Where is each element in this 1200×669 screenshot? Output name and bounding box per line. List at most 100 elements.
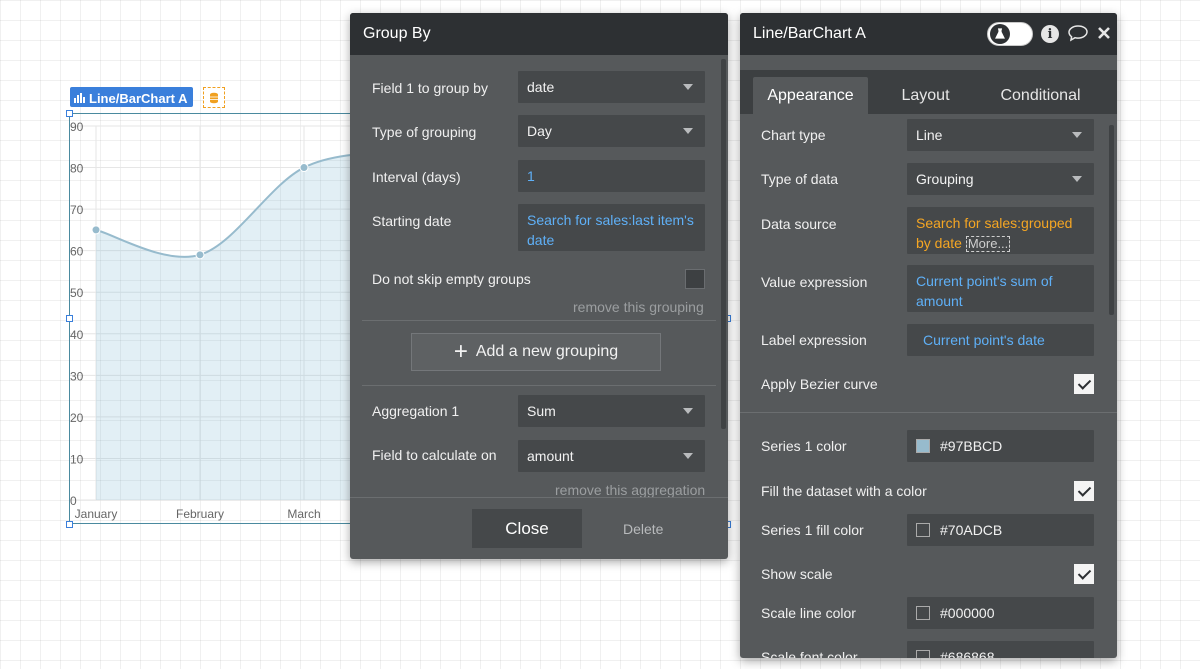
tab-conditional[interactable]: Conditional (983, 77, 1098, 114)
interval-label: Interval (days) (372, 169, 461, 185)
properties-panel: Line/BarChart A i Appearance Layout Cond… (740, 13, 1117, 658)
calc-field-dropdown[interactable]: amount (518, 440, 705, 472)
calc-field-label: Field to calculate on (372, 447, 497, 463)
database-icon[interactable] (203, 87, 225, 108)
remove-aggregation-link[interactable]: remove this aggregation (555, 482, 705, 498)
flask-icon (990, 24, 1010, 44)
bezier-label: Apply Bezier curve (761, 376, 878, 392)
y-tick-label: 0 (70, 494, 77, 508)
scale-font-color-value: #686868 (940, 649, 995, 658)
y-tick-label: 90 (70, 120, 84, 134)
grouping-type-value: Day (527, 123, 552, 139)
data-type-value: Grouping (916, 171, 974, 187)
scale-font-color-picker[interactable]: #686868 (907, 641, 1094, 658)
divider (740, 412, 1117, 413)
y-tick-label: 20 (70, 411, 84, 425)
info-icon[interactable]: i (1041, 25, 1059, 43)
remove-grouping-link[interactable]: remove this grouping (573, 299, 704, 315)
bezier-checkbox[interactable] (1074, 374, 1094, 394)
chevron-down-icon (683, 84, 693, 90)
field1-label: Field 1 to group by (372, 80, 488, 96)
bar-chart-icon (74, 93, 85, 103)
y-tick-label: 10 (70, 452, 84, 466)
chevron-down-icon (1072, 132, 1082, 138)
starting-date-value: Search for sales:last item's date (527, 212, 694, 248)
interval-input[interactable]: 1 (518, 160, 705, 192)
data-source-input[interactable]: Search for sales:grouped by date More... (907, 207, 1094, 254)
add-grouping-label: Add a new grouping (475, 343, 619, 360)
element-name-tag[interactable]: Line/BarChart A (70, 87, 194, 107)
chevron-down-icon (683, 408, 693, 414)
tab-layout[interactable]: Layout (868, 77, 983, 114)
data-type-dropdown[interactable]: Grouping (907, 163, 1094, 195)
y-tick-label: 70 (70, 203, 84, 217)
value-expression-value: Current point's sum of amount (916, 273, 1053, 309)
delete-button[interactable]: Delete (623, 521, 663, 537)
field1-dropdown[interactable]: date (518, 71, 705, 103)
comment-icon[interactable] (1067, 24, 1089, 45)
line-chart: 0 10 20 30 40 50 60 70 80 90 January February March (70, 120, 360, 521)
scale-line-color-picker[interactable]: #000000 (907, 597, 1094, 629)
divider (362, 320, 716, 321)
skip-empty-label: Do not skip empty groups (372, 271, 531, 287)
grouping-type-dropdown[interactable]: Day (518, 115, 705, 147)
calc-field-value: amount (527, 448, 574, 464)
data-source-value: Search for sales:grouped by date More... (916, 213, 1085, 253)
scrollbar[interactable] (721, 59, 726, 429)
resize-handle[interactable] (66, 521, 73, 528)
show-scale-label: Show scale (761, 566, 833, 582)
data-point (91, 225, 101, 235)
color-swatch (916, 439, 930, 453)
group-by-panel: Group By Field 1 to group by date Type o… (350, 13, 728, 559)
color-swatch (916, 606, 930, 620)
resize-handle[interactable] (66, 315, 73, 322)
x-tick-label: February (176, 507, 224, 521)
grouping-type-label: Type of grouping (372, 124, 477, 140)
x-tick-label: January (75, 507, 118, 521)
series-area (96, 154, 360, 500)
series1-color-label: Series 1 color (761, 438, 847, 454)
y-tick-label: 50 (70, 286, 84, 300)
scale-line-color-value: #000000 (940, 605, 995, 621)
fill-dataset-label: Fill the dataset with a color (761, 483, 927, 499)
scale-line-color-label: Scale line color (761, 605, 856, 621)
element-name-label: Line/BarChart A (89, 90, 188, 106)
fill-dataset-checkbox[interactable] (1074, 481, 1094, 501)
close-icon[interactable] (1097, 26, 1111, 43)
aggregation-label: Aggregation 1 (372, 403, 460, 419)
y-tick-label: 40 (70, 328, 84, 342)
value-expression-input[interactable]: Current point's sum of amount (907, 265, 1094, 312)
show-scale-checkbox[interactable] (1074, 564, 1094, 584)
chart-type-dropdown[interactable]: Line (907, 119, 1094, 151)
starting-date-label: Starting date (372, 213, 452, 229)
close-button[interactable]: Close (472, 509, 582, 548)
more-button[interactable]: More... (965, 236, 1011, 252)
series1-fill-value: #70ADCB (940, 522, 1003, 538)
tab-appearance[interactable]: Appearance (753, 77, 868, 114)
scale-font-color-label: Scale font color (761, 649, 858, 658)
y-tick-label: 80 (70, 162, 84, 176)
aggregation-dropdown[interactable]: Sum (518, 395, 705, 427)
chart-type-label: Chart type (761, 127, 826, 143)
divider (362, 385, 716, 386)
interval-value: 1 (527, 168, 535, 184)
label-expression-input[interactable]: Current point's date (907, 324, 1094, 356)
inspect-toggle[interactable] (987, 22, 1033, 46)
series1-fill-picker[interactable]: #70ADCB (907, 514, 1094, 546)
starting-date-input[interactable]: Search for sales:last item's date (518, 204, 705, 251)
resize-handle[interactable] (66, 110, 73, 117)
add-grouping-button[interactable]: + Add a new grouping (411, 333, 661, 371)
chart-type-value: Line (916, 127, 943, 143)
chevron-down-icon (1072, 176, 1082, 182)
footer-divider (350, 497, 728, 498)
data-point (195, 250, 205, 260)
scrollbar[interactable] (1109, 125, 1114, 315)
chevron-down-icon (683, 453, 693, 459)
label-expression-label: Label expression (761, 332, 867, 348)
chart-element[interactable]: 0 10 20 30 40 50 60 70 80 90 January February March (69, 113, 360, 524)
skip-empty-checkbox[interactable] (685, 269, 705, 289)
series1-color-picker[interactable]: #97BBCD (907, 430, 1094, 462)
series1-fill-label: Series 1 fill color (761, 522, 864, 538)
plus-icon: + (453, 338, 468, 365)
x-tick-label: March (287, 507, 320, 521)
